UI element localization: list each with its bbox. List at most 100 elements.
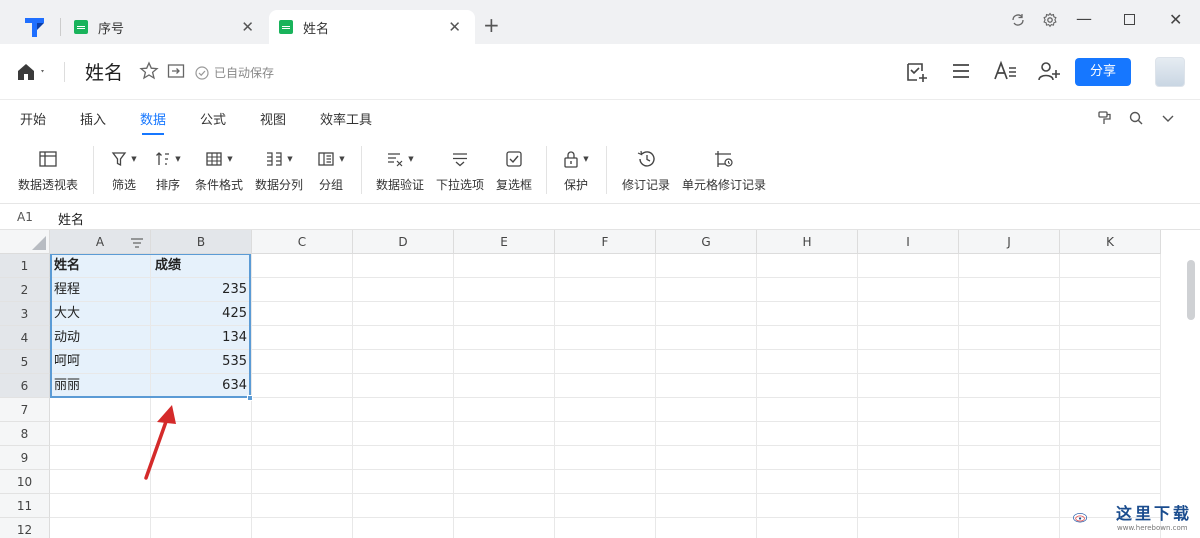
home-icon[interactable] [16,62,46,82]
cell-J3[interactable] [959,302,1060,326]
row-header[interactable]: 5 [0,350,50,374]
cell-K6[interactable] [1060,374,1161,398]
cell-K5[interactable] [1060,350,1161,374]
cell-C5[interactable] [252,350,353,374]
column-header[interactable]: I [858,230,959,254]
cell-B4[interactable]: 134 [151,326,252,350]
window-close-icon[interactable]: ✕ [1169,11,1182,29]
cell-G1[interactable] [656,254,757,278]
cell-A7[interactable] [50,398,151,422]
minimize-icon[interactable]: — [1076,10,1092,28]
cell-H10[interactable] [757,470,858,494]
app-logo-icon[interactable] [22,14,48,40]
cell-I10[interactable] [858,470,959,494]
cell-E3[interactable] [454,302,555,326]
column-header[interactable]: B [151,230,252,254]
select-all-corner[interactable] [0,230,50,254]
chevron-down-icon[interactable] [1160,110,1176,126]
menu-view[interactable]: 视图 [260,109,286,128]
cell-E2[interactable] [454,278,555,302]
cell-I4[interactable] [858,326,959,350]
cell-K8[interactable] [1060,422,1161,446]
cell-E7[interactable] [454,398,555,422]
cell-B1[interactable]: 成绩 [151,254,252,278]
column-header[interactable]: E [454,230,555,254]
maximize-icon[interactable] [1124,14,1135,25]
sync-icon[interactable] [1010,12,1026,28]
cell-E10[interactable] [454,470,555,494]
cell-H7[interactable] [757,398,858,422]
cell-F8[interactable] [555,422,656,446]
cell-H6[interactable] [757,374,858,398]
cell-D6[interactable] [353,374,454,398]
cell-J9[interactable] [959,446,1060,470]
cell-C11[interactable] [252,494,353,518]
menu-data[interactable]: 数据 [140,109,166,128]
format-painter-icon[interactable] [1096,110,1112,126]
cell-A11[interactable] [50,494,151,518]
cell-J12[interactable] [959,518,1060,538]
cell-E9[interactable] [454,446,555,470]
cell-F3[interactable] [555,302,656,326]
cell-J2[interactable] [959,278,1060,302]
row-header[interactable]: 4 [0,326,50,350]
row-header[interactable]: 7 [0,398,50,422]
cell-F9[interactable] [555,446,656,470]
cell-E1[interactable] [454,254,555,278]
cell-H4[interactable] [757,326,858,350]
cell-reference[interactable]: A1 [17,210,33,224]
cell-G5[interactable] [656,350,757,374]
cell-A8[interactable] [50,422,151,446]
cell-C10[interactable] [252,470,353,494]
cell-D7[interactable] [353,398,454,422]
cell-C8[interactable] [252,422,353,446]
cell-J8[interactable] [959,422,1060,446]
vertical-scrollbar[interactable] [1187,260,1195,320]
revision-history-button[interactable]: 修订记录 [620,148,672,193]
star-icon[interactable] [139,61,159,81]
menu-start[interactable]: 开始 [20,109,46,128]
cell-K7[interactable] [1060,398,1161,422]
cell-D3[interactable] [353,302,454,326]
cell-G9[interactable] [656,446,757,470]
cell-I12[interactable] [858,518,959,538]
cell-C1[interactable] [252,254,353,278]
cell-I8[interactable] [858,422,959,446]
menu-efficiency-tools[interactable]: 效率工具 [320,109,372,128]
cell-F12[interactable] [555,518,656,538]
cell-G8[interactable] [656,422,757,446]
row-header[interactable]: 8 [0,422,50,446]
cell-D8[interactable] [353,422,454,446]
spreadsheet-grid[interactable]: A B C D E F G H I J K 1 姓名 成绩 2 程程 235 3 大大 425 4 动动 134 5 呵呵 535… [0,230,1200,538]
column-header[interactable]: G [656,230,757,254]
cell-J5[interactable] [959,350,1060,374]
row-header[interactable]: 2 [0,278,50,302]
cell-I7[interactable] [858,398,959,422]
cell-I1[interactable] [858,254,959,278]
cell-C6[interactable] [252,374,353,398]
cell-G4[interactable] [656,326,757,350]
cell-K2[interactable] [1060,278,1161,302]
cell-J4[interactable] [959,326,1060,350]
cell-D5[interactable] [353,350,454,374]
cell-G2[interactable] [656,278,757,302]
cell-H2[interactable] [757,278,858,302]
menu-insert[interactable]: 插入 [80,109,106,128]
cell-E4[interactable] [454,326,555,350]
row-header[interactable]: 11 [0,494,50,518]
column-header[interactable]: J [959,230,1060,254]
cell-F10[interactable] [555,470,656,494]
cell-B12[interactable] [151,518,252,538]
conditional-format-button[interactable]: ▼ 条件格式 [192,148,246,193]
cell-I5[interactable] [858,350,959,374]
cell-J11[interactable] [959,494,1060,518]
pivot-table-button[interactable]: 数据透视表 [18,148,78,193]
cell-B11[interactable] [151,494,252,518]
cell-D10[interactable] [353,470,454,494]
cell-A5[interactable]: 呵呵 [50,350,151,374]
search-icon[interactable] [1128,110,1144,126]
cell-E11[interactable] [454,494,555,518]
menu-icon[interactable] [950,60,972,82]
cell-K3[interactable] [1060,302,1161,326]
cell-A6[interactable]: 丽丽 [50,374,151,398]
